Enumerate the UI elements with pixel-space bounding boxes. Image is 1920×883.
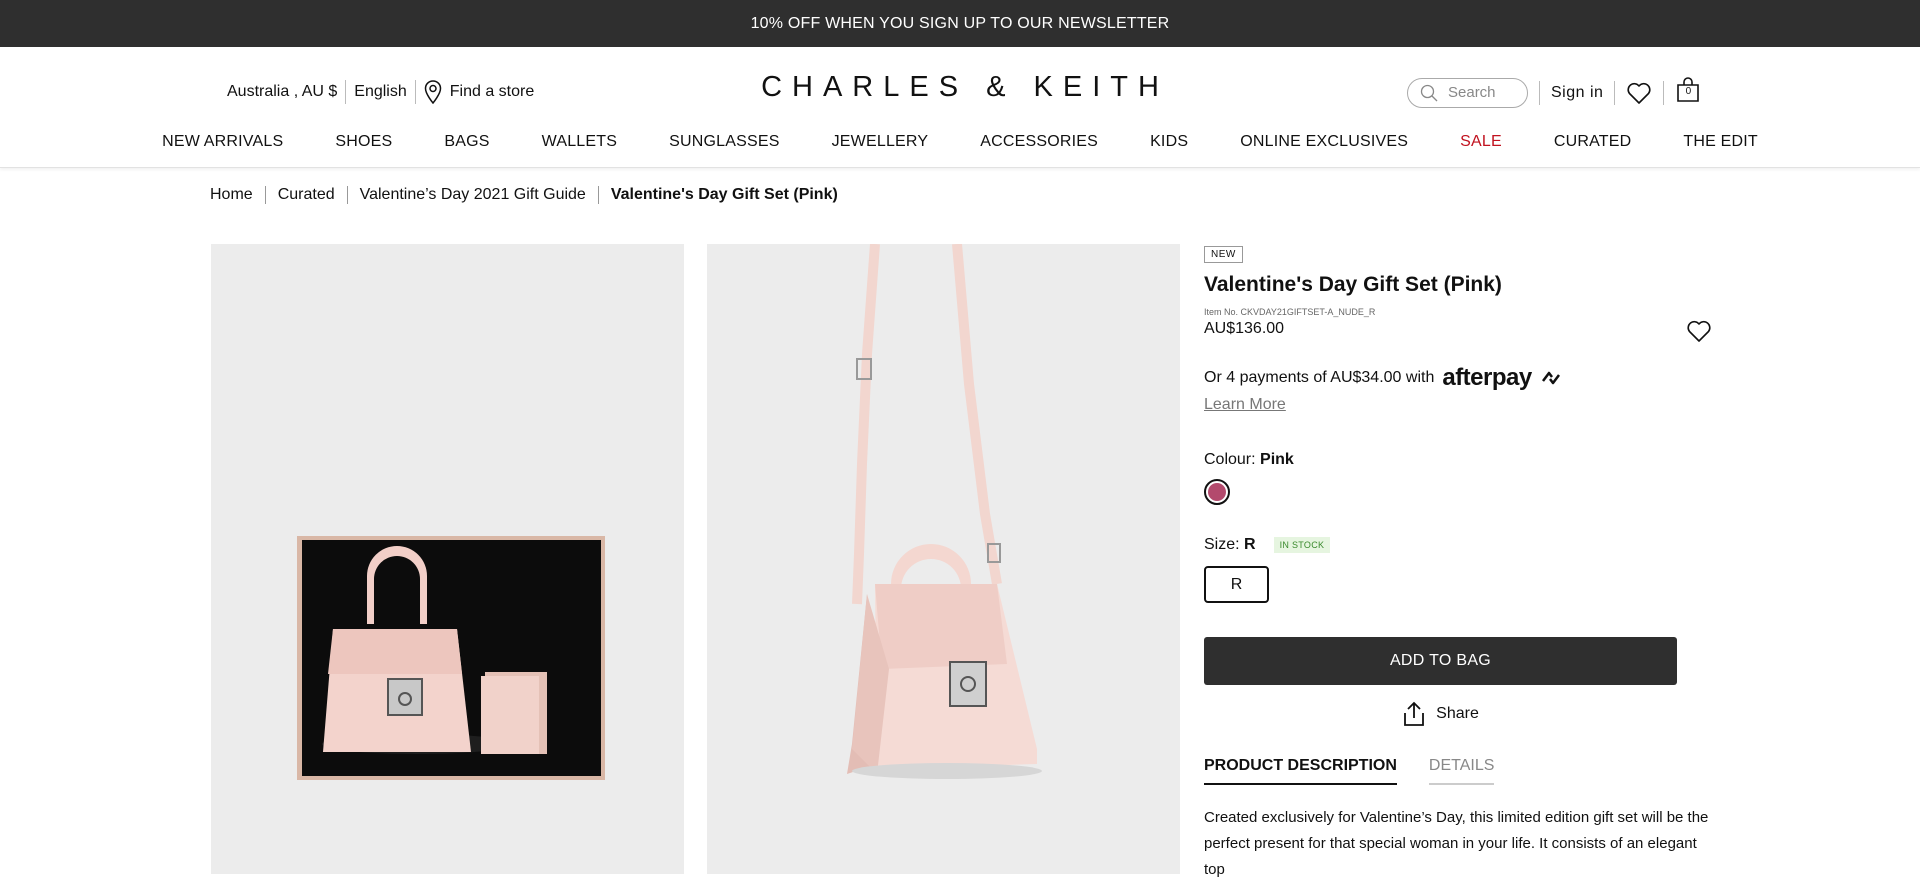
- tab-product-description[interactable]: PRODUCT DESCRIPTION: [1204, 757, 1397, 785]
- nav-wallets[interactable]: WALLETS: [542, 133, 618, 151]
- size-value: R: [1244, 536, 1256, 553]
- divider: [1663, 80, 1665, 105]
- colour-swatch-pink[interactable]: [1204, 479, 1230, 505]
- stock-badge: IN STOCK: [1273, 537, 1331, 553]
- product-info: NEW Valentine's Day Gift Set (Pink) Item…: [1204, 244, 1714, 883]
- add-to-wishlist-heart-icon[interactable]: [1686, 319, 1712, 343]
- giftbox-illustration: [297, 536, 605, 780]
- nav-accessories[interactable]: ACCESSORIES: [980, 133, 1098, 151]
- divider: [1614, 80, 1616, 105]
- product-image-giftbox[interactable]: [211, 244, 684, 874]
- nav-jewellery[interactable]: JEWELLERY: [832, 133, 929, 151]
- product-title: Valentine's Day Gift Set (Pink): [1204, 273, 1502, 296]
- breadcrumb-home[interactable]: Home: [210, 186, 253, 204]
- tab-details[interactable]: DETAILS: [1428, 757, 1495, 785]
- product-description-text: Created exclusively for Valentine’s Day,…: [1204, 809, 1709, 878]
- wishlist-heart-icon[interactable]: [1626, 81, 1652, 105]
- promo-banner[interactable]: 10% OFF WHEN YOU SIGN UP TO OUR NEWSLETT…: [0, 0, 1920, 47]
- afterpay-row: Or 4 payments of AU$34.00 with afterpay: [1204, 364, 1714, 392]
- nav-sunglasses[interactable]: SUNGLASSES: [669, 133, 779, 151]
- main-nav: NEW ARRIVALS SHOES BAGS WALLETS SUNGLASS…: [0, 133, 1920, 151]
- swatch-fill: [1208, 483, 1226, 501]
- share-label: Share: [1436, 705, 1479, 722]
- divider: [1539, 80, 1540, 105]
- item-number: Item No. CKVDAY21GIFTSET-A_NUDE_R: [1204, 307, 1376, 317]
- site-header: Australia , AU $ English Find a store CH…: [0, 47, 1920, 168]
- size-option-button[interactable]: R: [1204, 566, 1269, 603]
- product-image-handbag[interactable]: [707, 244, 1180, 874]
- sign-in-link[interactable]: Sign in: [1551, 84, 1603, 102]
- nav-online-exclusives[interactable]: ONLINE EXCLUSIVES: [1240, 133, 1408, 151]
- add-to-bag-button[interactable]: ADD TO BAG: [1204, 637, 1677, 685]
- search-input[interactable]: Search: [1407, 77, 1528, 108]
- divider: [346, 186, 348, 204]
- afterpay-arrows-icon: [1541, 371, 1560, 385]
- nav-kids[interactable]: KIDS: [1150, 133, 1188, 151]
- colour-label: Colour:: [1204, 451, 1256, 468]
- nav-shoes[interactable]: SHOES: [335, 133, 392, 151]
- shopping-bag-button[interactable]: 0: [1675, 77, 1701, 108]
- bag-count: 0: [1685, 86, 1692, 97]
- nav-the-edit[interactable]: THE EDIT: [1683, 133, 1758, 151]
- nav-curated[interactable]: CURATED: [1554, 133, 1632, 151]
- search-placeholder: Search: [1448, 84, 1496, 101]
- nav-new-arrivals[interactable]: NEW ARRIVALS: [162, 133, 283, 151]
- product-tabs: PRODUCT DESCRIPTION DETAILS: [1204, 757, 1714, 785]
- size-row: Size: R IN STOCK: [1204, 536, 1714, 554]
- colour-row: Colour: Pink: [1204, 451, 1714, 469]
- breadcrumb-curated[interactable]: Curated: [278, 186, 335, 204]
- nav-bags[interactable]: BAGS: [444, 133, 489, 151]
- handbag-illustration: [847, 244, 1042, 779]
- search-icon: [1420, 84, 1438, 101]
- divider: [597, 186, 599, 204]
- divider: [264, 186, 266, 204]
- product-price: AU$136.00: [1204, 320, 1285, 337]
- promo-text[interactable]: 10% OFF WHEN YOU SIGN UP TO OUR NEWSLETT…: [751, 15, 1170, 33]
- breadcrumb-gift-guide[interactable]: Valentine’s Day 2021 Gift Guide: [360, 186, 586, 204]
- utility-right: Search Sign in 0: [1407, 77, 1701, 108]
- new-badge: NEW: [1204, 246, 1243, 263]
- afterpay-logo: afterpay: [1442, 364, 1532, 391]
- share-button[interactable]: Share: [1204, 701, 1677, 727]
- colour-value: Pink: [1260, 451, 1294, 468]
- size-label: Size:: [1204, 536, 1240, 553]
- breadcrumb-current: Valentine's Day Gift Set (Pink): [610, 186, 838, 203]
- nav-sale[interactable]: SALE: [1460, 133, 1502, 151]
- breadcrumb: Home Curated Valentine’s Day 2021 Gift G…: [210, 186, 838, 204]
- learn-more-link[interactable]: Learn More: [1204, 396, 1286, 414]
- afterpay-text: Or 4 payments of AU$34.00 with: [1204, 369, 1435, 386]
- share-icon: [1404, 701, 1425, 726]
